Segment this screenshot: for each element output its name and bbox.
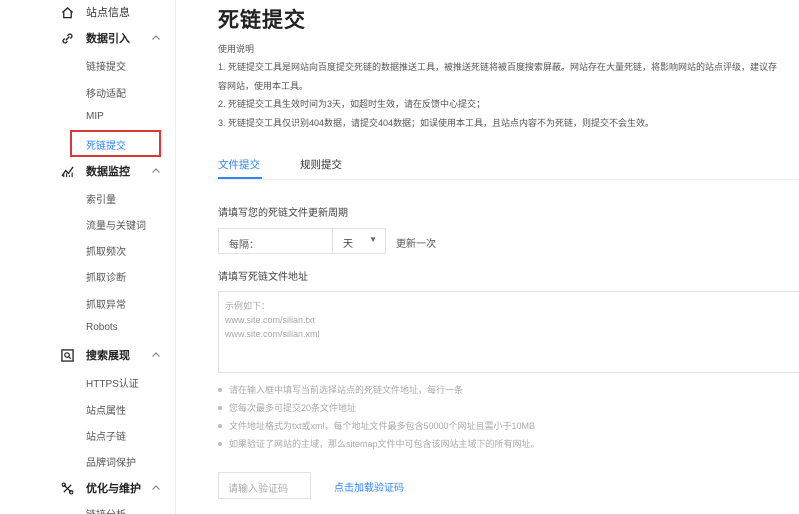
captcha-input[interactable]: 请输入验证码 <box>218 472 311 499</box>
active-tab-indicator <box>218 177 262 179</box>
sidebar: 站点信息 数据引入 链接提交 移动适配 MIP 死链提交 数据监控 索引量 流量… <box>0 0 176 514</box>
sidebar-item-traffic-keywords[interactable]: 流量与关键词 <box>86 217 146 232</box>
sidebar-section-data-intro[interactable]: 数据引入 <box>0 26 176 50</box>
chevron-up-icon[interactable] <box>150 482 162 494</box>
sidebar-item-sitelinks[interactable]: 站点子链 <box>86 428 126 443</box>
sidebar-item-mobile-adapt[interactable]: 移动适配 <box>86 85 126 100</box>
tab-rule-submit[interactable]: 规则提交 <box>300 157 342 172</box>
home-icon <box>60 5 74 19</box>
sidebar-section-optimize[interactable]: 优化与维护 <box>0 476 176 500</box>
active-item-highlight <box>70 130 161 157</box>
interval-input[interactable]: 每隔： <box>218 228 333 254</box>
interval-unit-select[interactable]: 天 ▼ <box>333 228 386 254</box>
section-title: 搜索展现 <box>86 350 130 362</box>
chevron-up-icon[interactable] <box>150 32 162 44</box>
sidebar-item-crawl-diagnosis[interactable]: 抓取诊断 <box>86 269 126 284</box>
bullet-icon <box>218 406 222 411</box>
hint-item: 请在输入框中填写当前选择站点的死链文件地址，每行一条 <box>218 383 463 396</box>
hint-item: 文件地址格式为txt或xml，每个地址文件最多包含50000个网址且需小于10M… <box>218 419 535 432</box>
link-icon <box>60 31 74 45</box>
textarea-placeholder-line: www.site.com/silian.txt <box>225 315 316 325</box>
bullet-icon <box>218 424 222 429</box>
section-title: 数据监控 <box>86 166 130 178</box>
file-url-label: 请填写死链文件地址 <box>218 272 308 283</box>
sidebar-section-search-display[interactable]: 搜索展现 <box>0 343 176 367</box>
sidebar-item-link-submit[interactable]: 链接提交 <box>86 58 126 73</box>
section-title: 数据引入 <box>86 33 130 45</box>
section-title: 优化与维护 <box>86 483 141 495</box>
desc-line-1: 1. 死链提交工具是网站向百度提交死链的数据推送工具，被推送死链将被百度搜索屏蔽… <box>218 62 778 72</box>
search-display-icon <box>60 348 74 362</box>
chart-icon <box>60 164 74 178</box>
sidebar-item-site-attributes[interactable]: 站点属性 <box>86 402 126 417</box>
sidebar-item-crawl-frequency[interactable]: 抓取频次 <box>86 243 126 258</box>
hint-text: 如果验证了网站的主域，那么sitemap文件中可包含该网站主域下的所有网址。 <box>229 439 540 449</box>
sidebar-item-mip[interactable]: MIP <box>86 111 104 122</box>
bullet-icon <box>218 442 222 447</box>
load-captcha-link[interactable]: 点击加载验证码 <box>334 479 404 494</box>
interval-unit-value: 天 <box>343 239 353 250</box>
optimize-icon <box>60 481 74 495</box>
tabs-divider <box>218 179 799 180</box>
hint-item: 您每次最多可提交20条文件地址 <box>218 401 356 414</box>
dropdown-caret-icon: ▼ <box>369 235 377 244</box>
sidebar-item-brand-protection[interactable]: 品牌词保护 <box>86 454 136 469</box>
main-content: 死链提交 使用说明 1. 死链提交工具是网站向百度提交死链的数据推送工具，被推送… <box>177 0 799 514</box>
sidebar-section-data-monitor[interactable]: 数据监控 <box>0 159 176 183</box>
sidebar-item-index[interactable]: 索引量 <box>86 191 116 206</box>
hint-text: 文件地址格式为txt或xml，每个地址文件最多包含50000个网址且需小于10M… <box>229 421 536 431</box>
dead-link-url-textarea[interactable]: 示例如下： www.site.com/silian.txt www.site.c… <box>218 291 799 373</box>
textarea-placeholder-line: 示例如下： <box>225 301 271 311</box>
sidebar-item-https[interactable]: HTTPS认证 <box>86 375 139 390</box>
sidebar-site-info-label: 站点信息 <box>86 7 130 19</box>
page-title: 死链提交 <box>218 9 306 32</box>
sidebar-site-info[interactable]: 站点信息 <box>0 0 176 24</box>
textarea-placeholder-line: www.site.com/silian.xml <box>225 329 320 339</box>
sidebar-item-robots[interactable]: Robots <box>86 322 118 333</box>
chevron-up-icon[interactable] <box>150 349 162 361</box>
hint-item: 如果验证了网站的主域，那么sitemap文件中可包含该网站主域下的所有网址。 <box>218 437 540 450</box>
tab-file-submit[interactable]: 文件提交 <box>218 157 260 172</box>
sidebar-item-crawl-errors[interactable]: 抓取异常 <box>86 296 126 311</box>
desc-line-2: 容网站，使用本工具。 <box>218 81 309 91</box>
bullet-icon <box>218 388 222 393</box>
usage-label: 使用说明 <box>218 44 255 54</box>
desc-line-3: 2. 死链提交工具生效时间为3天，如超时生效，请在反馈中心提交； <box>218 99 486 109</box>
chevron-up-icon[interactable] <box>150 165 162 177</box>
desc-line-4: 3. 死链提交工具仅识别404数据，请提交404数据；如误使用本工具，且站点内容… <box>218 118 655 128</box>
interval-suffix: 更新一次 <box>396 239 436 250</box>
period-label: 请填写您的死链文件更新周期 <box>218 208 348 219</box>
hint-text: 您每次最多可提交20条文件地址 <box>229 403 357 413</box>
hint-text: 请在输入框中填写当前选择站点的死链文件地址，每行一条 <box>229 385 464 395</box>
sidebar-item-link-analysis[interactable]: 链接分析 <box>86 506 126 514</box>
captcha-placeholder: 请输入验证码 <box>228 484 288 495</box>
interval-prefix: 每隔： <box>229 240 259 251</box>
